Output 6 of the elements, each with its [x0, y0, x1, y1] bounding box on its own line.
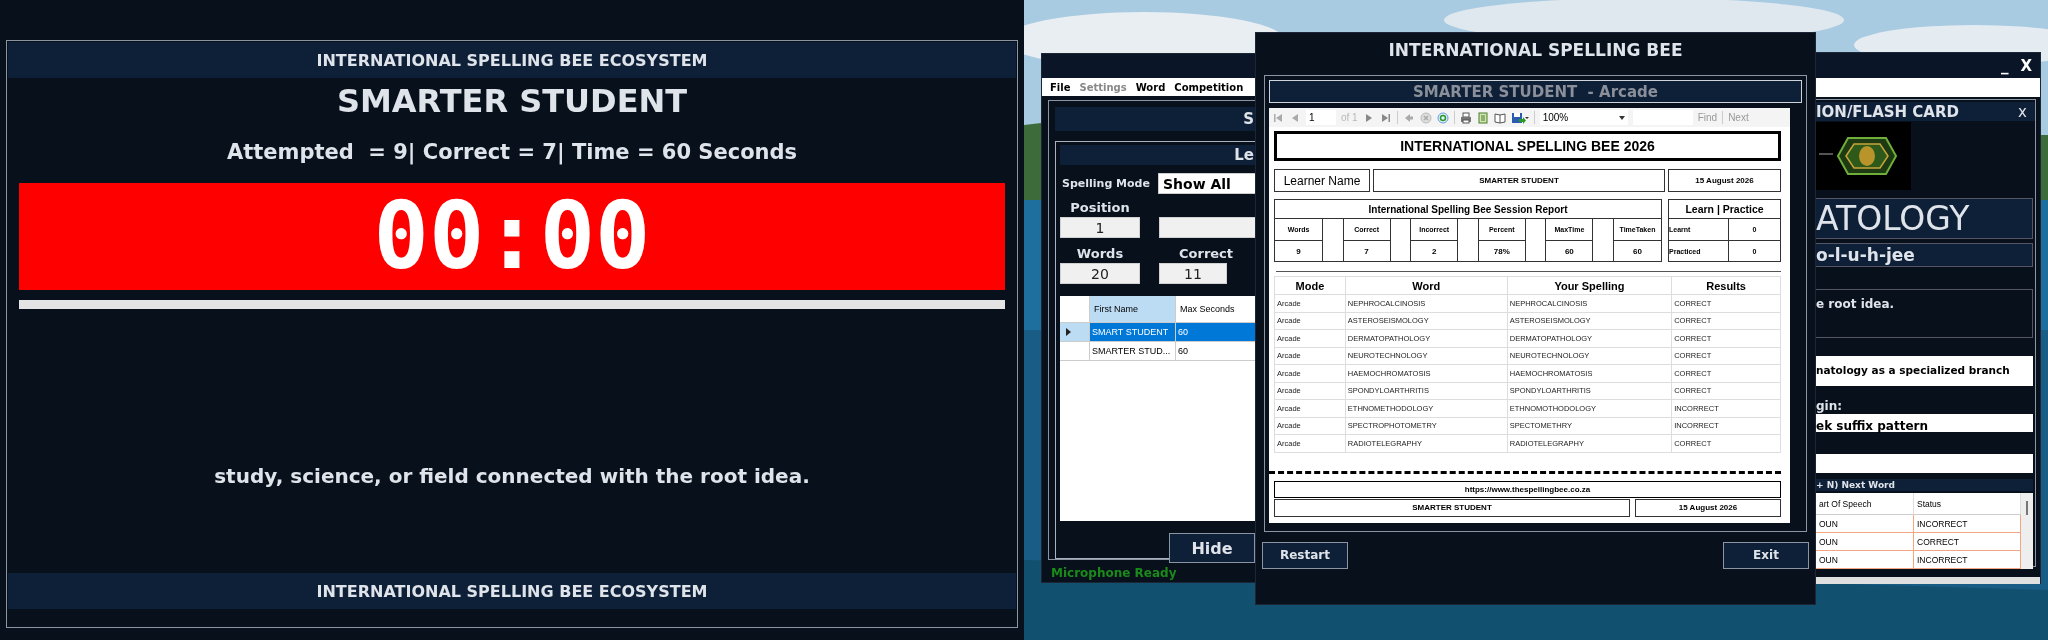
student-name: SMARTER STUDENT: [336, 82, 688, 120]
definition-text: study, science, or field connected with the root idea.: [214, 464, 810, 488]
footer-title: INTERNATIONAL SPELLING BEE ECOSYSTEM: [316, 581, 708, 601]
timer-text: 00:00: [373, 190, 651, 283]
session-stats: Attempted = 9| Correct = 7| Time = 60 Seconds: [226, 140, 798, 165]
header-title: INTERNATIONAL SPELLING BEE ECOSYSTEM: [316, 50, 708, 70]
